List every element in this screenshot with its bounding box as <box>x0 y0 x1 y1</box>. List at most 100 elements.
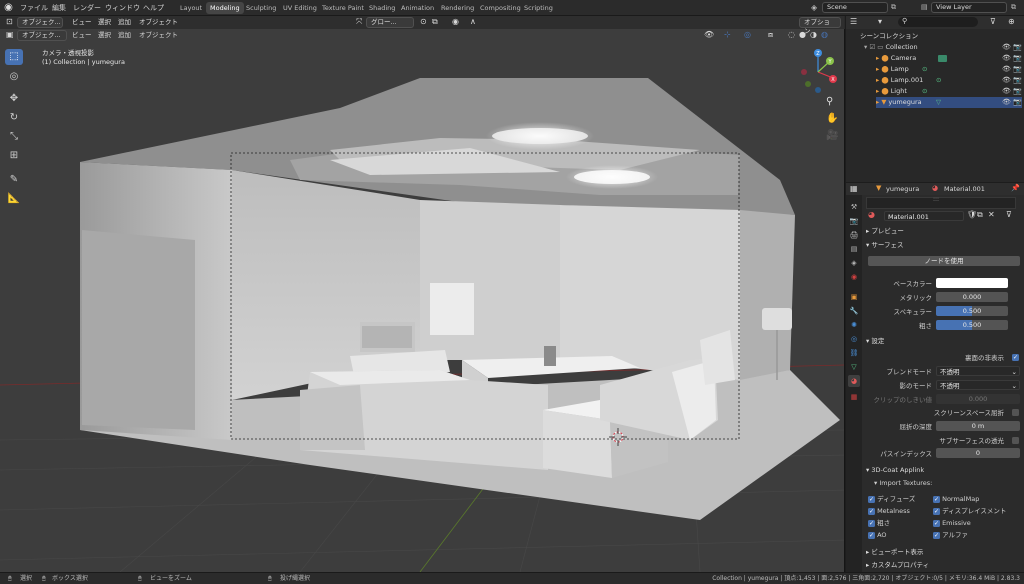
pivot-icon[interactable]: ⊙ <box>420 17 427 26</box>
data-tab-icon[interactable]: ▽ <box>848 361 860 373</box>
menu-view[interactable]: ビュー <box>72 16 92 29</box>
editor-type-icon[interactable]: ⊡ <box>6 17 13 26</box>
physics-tab-icon[interactable]: ◎ <box>848 333 860 345</box>
zoom-icon[interactable]: ⚲ <box>826 96 833 107</box>
custom-properties-panel-header[interactable]: ▸ カスタムプロパティ <box>866 559 929 571</box>
eye-icon[interactable]: 👁 <box>1002 97 1011 108</box>
render-tab-icon[interactable]: 📷 <box>848 215 860 227</box>
render-camera-icon[interactable]: 📷 <box>1013 42 1022 53</box>
constraints-tab-icon[interactable]: ⛓ <box>848 347 860 359</box>
options-button[interactable]: オプション <box>799 17 841 35</box>
shadow-mode-dropdown[interactable]: 不透明 ⌄ <box>936 380 1020 390</box>
properties-editor-icon[interactable]: ▦ <box>850 184 858 193</box>
proportional-edit-icon[interactable]: ◉ <box>452 17 459 26</box>
use-nodes-button[interactable]: ノードを使用 <box>868 256 1020 266</box>
tab-shading[interactable]: Shading <box>365 2 399 14</box>
tab-animation[interactable]: Animation <box>397 2 438 14</box>
texture-displacement-row[interactable]: ✓ ディスプレイスメント <box>933 506 1006 517</box>
material-slot-list[interactable] <box>866 197 1016 209</box>
display-mode-icon[interactable]: ▾ <box>878 17 882 26</box>
base-color-swatch[interactable] <box>936 278 1008 288</box>
viewport-display-panel-header[interactable]: ▸ ビューポート表示 <box>866 546 923 558</box>
snap-icon[interactable]: ⧉ <box>432 17 438 27</box>
list-resize-handle[interactable]: ::: <box>933 196 939 203</box>
render-camera-icon[interactable]: 📷 <box>1013 86 1022 97</box>
solid-shading-icon[interactable]: ● <box>799 30 806 39</box>
duplicate-icon[interactable]: ⧉ <box>977 210 983 220</box>
texture-emissive-row[interactable]: ✓ Emissive <box>933 518 971 529</box>
wireframe-shading-icon[interactable]: ◌ <box>788 30 795 39</box>
texture-normalmap-row[interactable]: ✓ NormalMap <box>933 494 979 505</box>
render-camera-icon[interactable]: 📷 <box>1013 75 1022 86</box>
camera-view-icon[interactable]: 🎥 <box>826 130 838 141</box>
menu-object[interactable]: オブジェクト <box>139 29 178 42</box>
menu-help[interactable]: ヘルプ <box>143 0 164 16</box>
tab-rendering[interactable]: Rendering <box>437 2 478 14</box>
transform-orientation-selector[interactable]: グロー... <box>366 17 414 28</box>
pass-index-field[interactable]: 0 <box>936 448 1020 458</box>
tool-tab-icon[interactable]: ⚒ <box>848 201 860 213</box>
object-mode-selector[interactable]: オブジェク... <box>17 30 67 41</box>
tab-scripting[interactable]: Scripting <box>520 2 557 14</box>
eye-icon[interactable]: 👁 <box>1002 53 1011 64</box>
scene-collection-row[interactable]: シーンコレクション <box>860 31 918 42</box>
blender-logo-icon[interactable]: ◉ <box>3 2 14 13</box>
menu-file[interactable]: ファイル <box>20 0 48 16</box>
copy-icon[interactable]: ⧉ <box>1011 3 1016 12</box>
texture-alpha-row[interactable]: ✓ アルファ <box>933 530 968 541</box>
measure-tool-icon[interactable]: 📐 <box>5 191 23 207</box>
eye-icon[interactable]: 👁 <box>1002 64 1011 75</box>
eye-icon[interactable]: 👁 <box>1002 42 1011 53</box>
applink-panel-header[interactable]: ▾ 3D-Coat Applink <box>866 464 924 476</box>
navigation-gizmo[interactable]: Z X Y <box>796 48 840 94</box>
pan-hand-icon[interactable]: ✋ <box>826 113 838 124</box>
menu-select[interactable]: 選択 <box>98 16 111 29</box>
settings-panel-header[interactable]: ▾ 設定 <box>866 335 884 347</box>
xray-icon[interactable]: ⧈ <box>768 30 773 40</box>
overlay-toggle-icon[interactable]: ◎ <box>744 30 751 39</box>
material-browse-icon[interactable]: ◕ <box>868 210 875 219</box>
object-tab-icon[interactable]: ▣ <box>848 291 860 303</box>
view-layer-selector[interactable]: View Layer <box>931 2 1007 13</box>
tab-modeling[interactable]: Modeling <box>206 2 244 14</box>
texture-metalness-row[interactable]: ✓ Metalness <box>868 506 910 517</box>
cursor-tool-icon[interactable]: ◎ <box>5 69 23 85</box>
world-tab-icon[interactable]: ◉ <box>848 271 860 283</box>
scene-selector[interactable]: Scene <box>822 2 888 13</box>
output-tab-icon[interactable]: 🖨 <box>848 229 860 241</box>
render-camera-icon[interactable]: 📷 <box>1013 53 1022 64</box>
new-collection-icon[interactable]: ⊕ <box>1008 17 1015 26</box>
eye-icon[interactable]: 👁 <box>1002 86 1011 97</box>
view-layer-tab-icon[interactable]: ▤ <box>848 243 860 255</box>
particles-tab-icon[interactable]: ✺ <box>848 319 860 331</box>
render-camera-icon[interactable]: 📷 <box>1013 97 1022 108</box>
outliner-item-lamp-001[interactable]: ▸ ⬤ Lamp.001 ⊙ 👁 📷 <box>876 75 1022 86</box>
copy-icon[interactable]: ⧉ <box>891 3 896 12</box>
menu-add[interactable]: 追加 <box>118 29 131 42</box>
preview-panel-header[interactable]: ▸ プレビュー <box>866 225 904 237</box>
falloff-icon[interactable]: ∧ <box>470 17 476 26</box>
roughness-slider[interactable]: 0.500 <box>936 320 1008 330</box>
rotate-tool-icon[interactable]: ↻ <box>5 110 23 126</box>
blend-mode-dropdown[interactable]: 不透明 ⌄ <box>936 366 1020 376</box>
subsurface-translucency-checkbox[interactable] <box>1012 437 1019 444</box>
texture-ao-row[interactable]: ✓ AO <box>868 530 887 541</box>
material-tab-icon[interactable]: ◕ <box>848 375 860 387</box>
render-camera-icon[interactable]: 📷 <box>1013 64 1022 75</box>
outliner-item-camera[interactable]: ▸ ⬤ Camera 👁 📷 <box>876 53 1022 64</box>
texture-diffuse-row[interactable]: ✓ ディフューズ <box>868 494 915 505</box>
surface-panel-header[interactable]: ▾ サーフェス <box>866 239 903 251</box>
rendered-shading-icon[interactable]: ◍ <box>821 30 828 39</box>
3d-viewport[interactable]: カメラ・透視投影 (1) Collection | yumegura ⬚ ◎ ✥… <box>0 16 845 572</box>
fake-user-icon[interactable]: 🛡 <box>967 210 977 219</box>
tab-uv-editing[interactable]: UV Editing <box>279 2 321 14</box>
gizmo-toggle-icon[interactable]: ⊹ <box>724 30 731 39</box>
transform-tool-icon[interactable]: ⊞ <box>5 148 23 164</box>
move-tool-icon[interactable]: ✥ <box>5 91 23 107</box>
modifier-tab-icon[interactable]: 🔧 <box>848 305 860 317</box>
metallic-slider[interactable]: 0.000 <box>936 292 1008 302</box>
filter-icon[interactable]: ⊽ <box>990 17 996 26</box>
screen-space-refraction-checkbox[interactable] <box>1012 409 1019 416</box>
texture-tab-icon[interactable]: ▦ <box>848 391 860 403</box>
menu-object[interactable]: オブジェクト <box>139 16 178 29</box>
